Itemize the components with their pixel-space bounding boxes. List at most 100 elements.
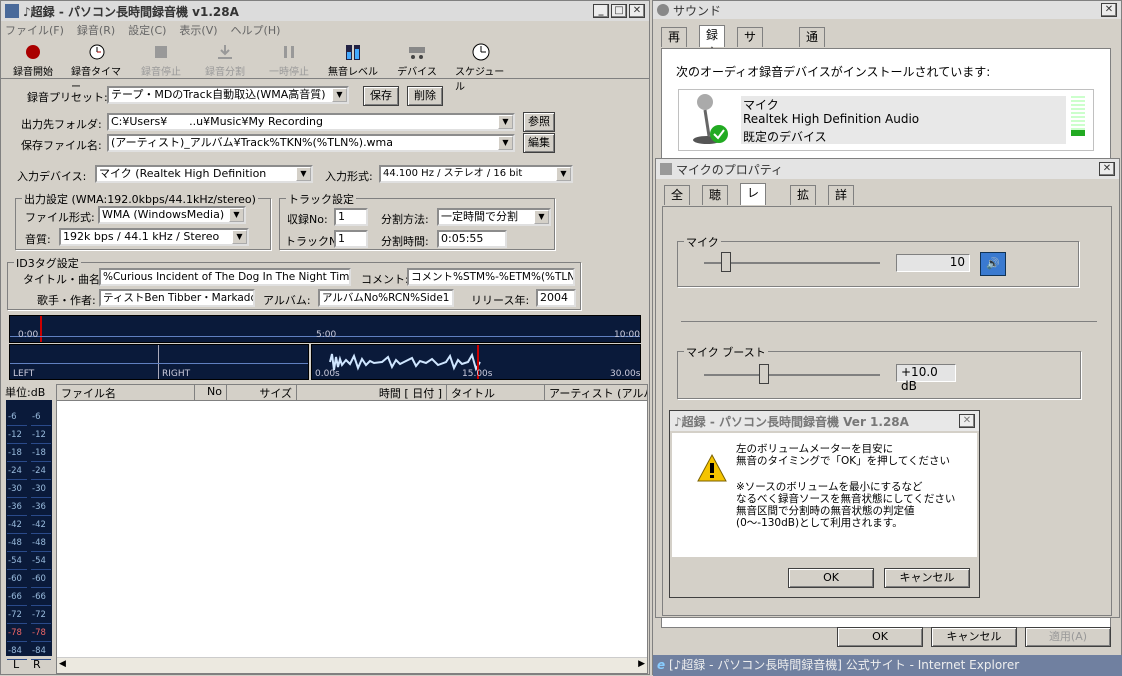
- mic-boost-title: マイク ブースト: [684, 344, 768, 360]
- taskbar-ie[interactable]: e [♪超録 - パソコン長時間録音機] 公式サイト - Internet Ex…: [653, 655, 1122, 676]
- year-label: リリース年:: [471, 294, 530, 307]
- col-size[interactable]: サイズ: [227, 385, 297, 400]
- device-driver: Realtek High Definition Audio: [743, 112, 920, 126]
- title-input[interactable]: %Curious Incident of The Dog In The Nigh…: [99, 268, 351, 286]
- sound-cancel-button[interactable]: キャンセル: [931, 627, 1017, 647]
- artist-input[interactable]: ティストBen Tibber・Markaddon: [99, 289, 255, 307]
- device-button[interactable]: デバイス: [391, 43, 443, 78]
- file-list-header: ファイル名 No サイズ 時間 [ 日付 ] タイトル アーティスト (アルバム: [57, 385, 647, 401]
- wave-divider: [158, 345, 159, 379]
- close-button[interactable]: ✕: [629, 4, 645, 18]
- browse-button[interactable]: 参照: [523, 112, 555, 132]
- chevron-down-icon: ▼: [498, 136, 513, 150]
- menu-view[interactable]: 表示(V): [179, 22, 217, 38]
- menu-settings[interactable]: 設定(C): [128, 22, 166, 38]
- maximize-button[interactable]: □: [611, 4, 627, 18]
- timeline-bar[interactable]: 0:00 5:00 10:00: [9, 315, 641, 343]
- col-filename[interactable]: ファイル名: [57, 385, 195, 400]
- sound-tab-3[interactable]: 通信: [799, 27, 826, 62]
- comment-input[interactable]: コメント%STM%-%ETM%(%TLN%): [407, 268, 575, 286]
- sound-desc: 次のオーディオ録音デバイスがインストールされています:: [676, 65, 991, 79]
- col-no[interactable]: No: [195, 385, 227, 400]
- menu-record[interactable]: 録音(R): [77, 22, 115, 38]
- year-input[interactable]: 2004: [536, 289, 576, 307]
- mute-speaker-icon[interactable]: 🔊: [980, 252, 1006, 276]
- sound-ok-button[interactable]: OK: [837, 627, 923, 647]
- stereo-wave-panel: LEFT RIGHT: [9, 344, 309, 380]
- chevron-down-icon: ▼: [498, 115, 513, 129]
- meter-tick: -30: [31, 484, 51, 498]
- clock-icon: [472, 43, 490, 61]
- split-icon: [216, 43, 234, 61]
- meter-tick: -42: [7, 520, 27, 534]
- mic-slider-thumb[interactable]: [720, 252, 731, 272]
- dialog-line-4: なるべく録音ソースを無音状態にしてください: [736, 493, 956, 505]
- boost-slider-thumb[interactable]: [758, 364, 769, 384]
- mic-small-icon: [660, 163, 672, 175]
- props-tab-2[interactable]: レベル: [740, 183, 767, 236]
- props-tab-1[interactable]: 聴く: [702, 185, 729, 220]
- mic-value-box: 10: [896, 254, 970, 272]
- file-type-select[interactable]: WMA (WindowsMedia) ▼: [98, 206, 246, 224]
- boost-slider[interactable]: [704, 364, 880, 384]
- record-stop-button[interactable]: 録音停止: [135, 43, 187, 78]
- mic-level-title: マイク: [684, 234, 721, 250]
- album-input[interactable]: アルバムNo%RCN%Side1: [318, 289, 454, 307]
- preset-select[interactable]: テープ・MDのTrack自動取込(WMA高音質) ▼: [107, 86, 349, 104]
- ie-icon: e: [657, 658, 666, 672]
- sound-apply-button[interactable]: 適用(A): [1025, 627, 1111, 647]
- split-method-select[interactable]: 一定時間で分割 ▼: [437, 208, 551, 226]
- silence-level-button[interactable]: 無音レベル: [327, 43, 379, 78]
- toolbar: 録音開始 録音タイマー 録音停止 録音分割 一時停止 無音レベル デバイス スケ…: [1, 39, 649, 93]
- input-device-label: 入力デバイス:: [17, 170, 87, 183]
- scroll-right-icon[interactable]: ▶: [638, 659, 645, 669]
- meter-tick: -36: [31, 502, 51, 516]
- save-name-input[interactable]: (アーティスト)_アルバム¥Track%TKN%(%TLN%).wma ▼: [107, 134, 515, 152]
- meter-tick: -60: [7, 574, 27, 588]
- props-close-button[interactable]: ✕: [1099, 162, 1115, 176]
- artist-label: 歌手・作者:: [37, 294, 96, 307]
- col-artist[interactable]: アーティスト (アルバム: [545, 385, 647, 400]
- output-folder-input[interactable]: C:¥Users¥ ..u¥Music¥My Recording ▼: [107, 113, 515, 131]
- dialog-close-button[interactable]: ✕: [959, 414, 975, 428]
- split-time-stepper[interactable]: 0:05:55: [437, 230, 507, 248]
- dialog-line-2: 無音のタイミングで「OK」を押してください: [736, 455, 951, 467]
- preset-save-button[interactable]: 保存: [363, 86, 399, 106]
- props-tab-3[interactable]: 拡張: [790, 185, 817, 220]
- record-split-button[interactable]: 録音分割: [199, 43, 251, 78]
- file-list[interactable]: ファイル名 No サイズ 時間 [ 日付 ] タイトル アーティスト (アルバム…: [56, 384, 648, 674]
- menu-file[interactable]: ファイル(F): [5, 22, 64, 38]
- wave-baseline: [10, 363, 308, 364]
- dialog-ok-button[interactable]: OK: [788, 568, 874, 588]
- props-tab-4[interactable]: 詳細: [828, 185, 855, 220]
- sound-tab-1[interactable]: 録音: [699, 25, 726, 60]
- sound-tab-2[interactable]: サウンド: [737, 27, 764, 98]
- pause-button[interactable]: 一時停止: [263, 43, 315, 78]
- sound-tab-0[interactable]: 再生: [661, 27, 688, 62]
- dialog-cancel-button[interactable]: キャンセル: [884, 568, 970, 588]
- sound-close-button[interactable]: ✕: [1101, 3, 1117, 17]
- col-time[interactable]: 時間 [ 日付 ]: [297, 385, 447, 400]
- chevron-down-icon: ▼: [534, 210, 549, 224]
- scroll-left-icon[interactable]: ◀: [59, 659, 66, 669]
- quality-select[interactable]: 192k bps / 44.1 kHz / Stereo ▼: [59, 228, 249, 246]
- schedule-button[interactable]: スケジュール: [455, 43, 507, 93]
- input-format-select[interactable]: 44.100 Hz / ステレオ / 16 bit ▼: [379, 165, 573, 183]
- main-titlebar: ♪超録 - パソコン長時間録音機 v1.28A _ □ ✕: [1, 1, 649, 21]
- device-row[interactable]: マイク Realtek High Definition Audio 既定のデバイ…: [678, 89, 1094, 151]
- dialog-line-6: (0〜-130dB)として利用されます。: [736, 517, 903, 529]
- waveform-view[interactable]: 0.00s 15.00s 30.00s: [311, 344, 641, 380]
- menu-help[interactable]: ヘルプ(H): [231, 22, 281, 38]
- track-no-stepper[interactable]: 1: [334, 230, 368, 248]
- input-device-select[interactable]: マイク (Realtek High Definition ▼: [95, 165, 313, 183]
- edit-button[interactable]: 編集: [523, 133, 555, 153]
- record-start-button[interactable]: 録音開始: [7, 43, 59, 78]
- props-tab-0[interactable]: 全般: [664, 185, 691, 220]
- col-title[interactable]: タイトル: [447, 385, 545, 400]
- meter-tick: -54: [7, 556, 27, 570]
- mic-slider[interactable]: [704, 252, 880, 272]
- minimize-button[interactable]: _: [593, 4, 609, 18]
- horizontal-scrollbar[interactable]: ◀ ▶: [57, 657, 647, 673]
- rec-no-stepper[interactable]: 1: [334, 208, 368, 226]
- preset-delete-button[interactable]: 削除: [407, 86, 443, 106]
